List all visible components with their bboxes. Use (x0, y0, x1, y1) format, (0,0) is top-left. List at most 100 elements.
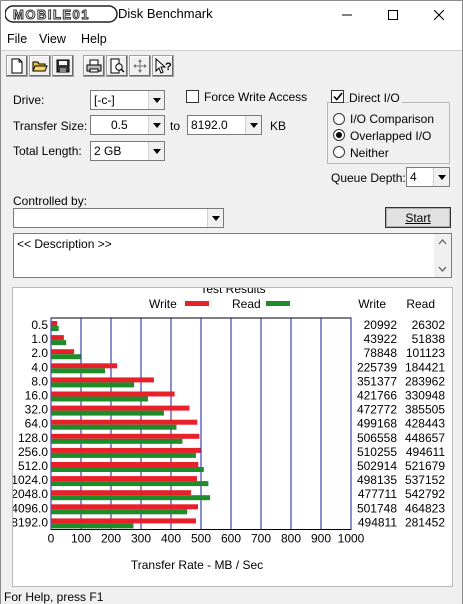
read-bar (51, 481, 209, 487)
write-bar (51, 518, 196, 524)
x-tick-label: 0 (48, 532, 55, 546)
print-preview-icon (110, 58, 125, 74)
read-value: 101123 (406, 346, 445, 360)
transfer-size-label: Transfer Size: (13, 119, 88, 133)
neither-label: Neither (350, 146, 389, 160)
read-value: 542792 (405, 487, 445, 501)
start-button-label: Start (405, 210, 431, 225)
description-scrollbar[interactable] (434, 234, 451, 277)
print-preview-button[interactable] (106, 55, 128, 77)
chart-title: Test Results (200, 288, 265, 296)
category-label: 1.0 (31, 332, 48, 346)
context-help-button[interactable]: ? (152, 55, 174, 77)
maximize-button[interactable] (370, 1, 416, 28)
read-value: 281452 (405, 515, 445, 529)
read-bar (51, 368, 106, 374)
drive-value: [-c-] (94, 93, 115, 107)
to-label: to (170, 119, 181, 133)
category-label: 256.0 (18, 445, 48, 459)
read-value: 428443 (405, 417, 445, 431)
scroll-up-icon (438, 239, 447, 245)
write-bar (51, 377, 154, 383)
drive-select[interactable]: [-c-] (90, 90, 165, 110)
write-value: 502914 (357, 459, 397, 473)
read-bar (51, 438, 183, 444)
title-bar[interactable]: MOBILE01 Disk Benchmark (1, 1, 462, 28)
close-icon (434, 9, 444, 20)
read-bar (51, 495, 211, 501)
write-bar (51, 462, 199, 467)
write-bar (51, 447, 201, 453)
total-length-select[interactable]: 2 GB (90, 141, 165, 161)
print-button[interactable] (83, 55, 105, 77)
minimize-icon (342, 14, 352, 15)
read-value: 464823 (405, 501, 445, 515)
read-value: 537152 (405, 473, 445, 487)
x-tick-label: 500 (191, 532, 211, 546)
io-comparison-radio[interactable] (333, 113, 345, 125)
read-bar (51, 509, 188, 515)
transfer-size-from-select[interactable]: 0.5 (90, 115, 165, 135)
controlled-by-select[interactable] (13, 208, 224, 228)
context-help-icon: ? (155, 58, 172, 74)
legend-read-swatch (266, 301, 290, 306)
open-button[interactable] (29, 55, 51, 77)
read-value: 494611 (406, 445, 445, 459)
menu-file[interactable]: File (7, 32, 27, 46)
write-value: 499168 (357, 417, 397, 431)
write-value: 498135 (357, 473, 397, 487)
x-tick-label: 700 (251, 532, 271, 546)
read-value: 283962 (405, 374, 445, 388)
minimize-button[interactable] (324, 1, 370, 28)
queue-depth-select[interactable]: 4 (406, 167, 450, 187)
controlled-by-label: Controlled by: (13, 194, 88, 208)
total-length-label: Total Length: (13, 144, 82, 158)
category-label: 128.0 (18, 431, 48, 445)
read-bar (51, 396, 148, 402)
read-column-header: Read (406, 297, 435, 311)
save-button[interactable] (52, 55, 74, 77)
legend-read-label: Read (232, 297, 261, 311)
overlapped-io-radio[interactable] (333, 129, 345, 141)
chevron-down-icon (433, 168, 449, 186)
direct-io-checkbox[interactable] (331, 90, 344, 103)
move-button[interactable] (129, 55, 151, 77)
close-button[interactable] (416, 1, 462, 28)
write-value: 494811 (358, 515, 397, 529)
x-tick-label: 100 (71, 532, 91, 546)
write-bar (51, 433, 200, 439)
description-box[interactable]: << Description >> (13, 233, 452, 278)
results-chart: Test Results Write Read 0.51.02.04.08.016… (11, 282, 446, 572)
read-value: 448657 (405, 431, 445, 445)
status-bar: For Help, press F1 (1, 587, 462, 604)
category-label: 64.0 (25, 417, 49, 431)
force-write-label: Force Write Access (204, 90, 308, 104)
chevron-down-icon (148, 142, 164, 160)
x-tick-label: 900 (311, 532, 331, 546)
menu-view[interactable]: View (39, 32, 66, 46)
menu-bar: File View Help (1, 28, 462, 50)
toolbar: ? (1, 50, 462, 81)
read-value: 26302 (412, 318, 446, 332)
save-icon (56, 59, 70, 73)
transfer-to-value: 8192.0 (191, 118, 228, 132)
open-icon (32, 61, 48, 72)
start-button[interactable]: Start (385, 207, 451, 228)
write-value: 43922 (364, 332, 398, 346)
write-value: 225739 (357, 360, 397, 374)
read-value: 330948 (405, 389, 445, 403)
test-results-panel: Test Results Write Read 0.5 1.0 2.0 4.0 8.0 16… (11, 282, 453, 587)
menu-help[interactable]: Help (81, 32, 107, 46)
new-button[interactable] (6, 55, 28, 77)
read-bar (51, 326, 59, 331)
write-value: 477711 (358, 487, 397, 501)
x-tick-label: 300 (131, 532, 151, 546)
force-write-checkbox[interactable] (186, 90, 199, 103)
write-bar (51, 490, 191, 496)
read-bar (51, 382, 135, 388)
neither-radio[interactable] (333, 146, 345, 158)
write-value: 421766 (357, 389, 397, 403)
read-bar (51, 452, 196, 458)
category-label: 0.5 (31, 318, 48, 332)
transfer-size-to-select[interactable]: 8192.0 (187, 115, 262, 135)
